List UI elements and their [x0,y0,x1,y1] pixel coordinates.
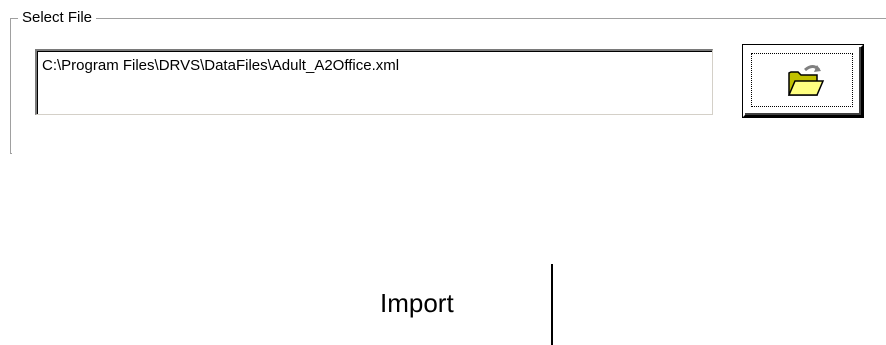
import-label: Import [380,288,454,318]
browse-button[interactable] [743,45,863,117]
select-file-legend: Select File [18,9,97,27]
text-cursor [551,264,553,345]
file-path-input[interactable]: C:\Program Files\DRVS\DataFiles\Adult_A2… [35,49,713,115]
folder-open-icon [787,65,825,96]
